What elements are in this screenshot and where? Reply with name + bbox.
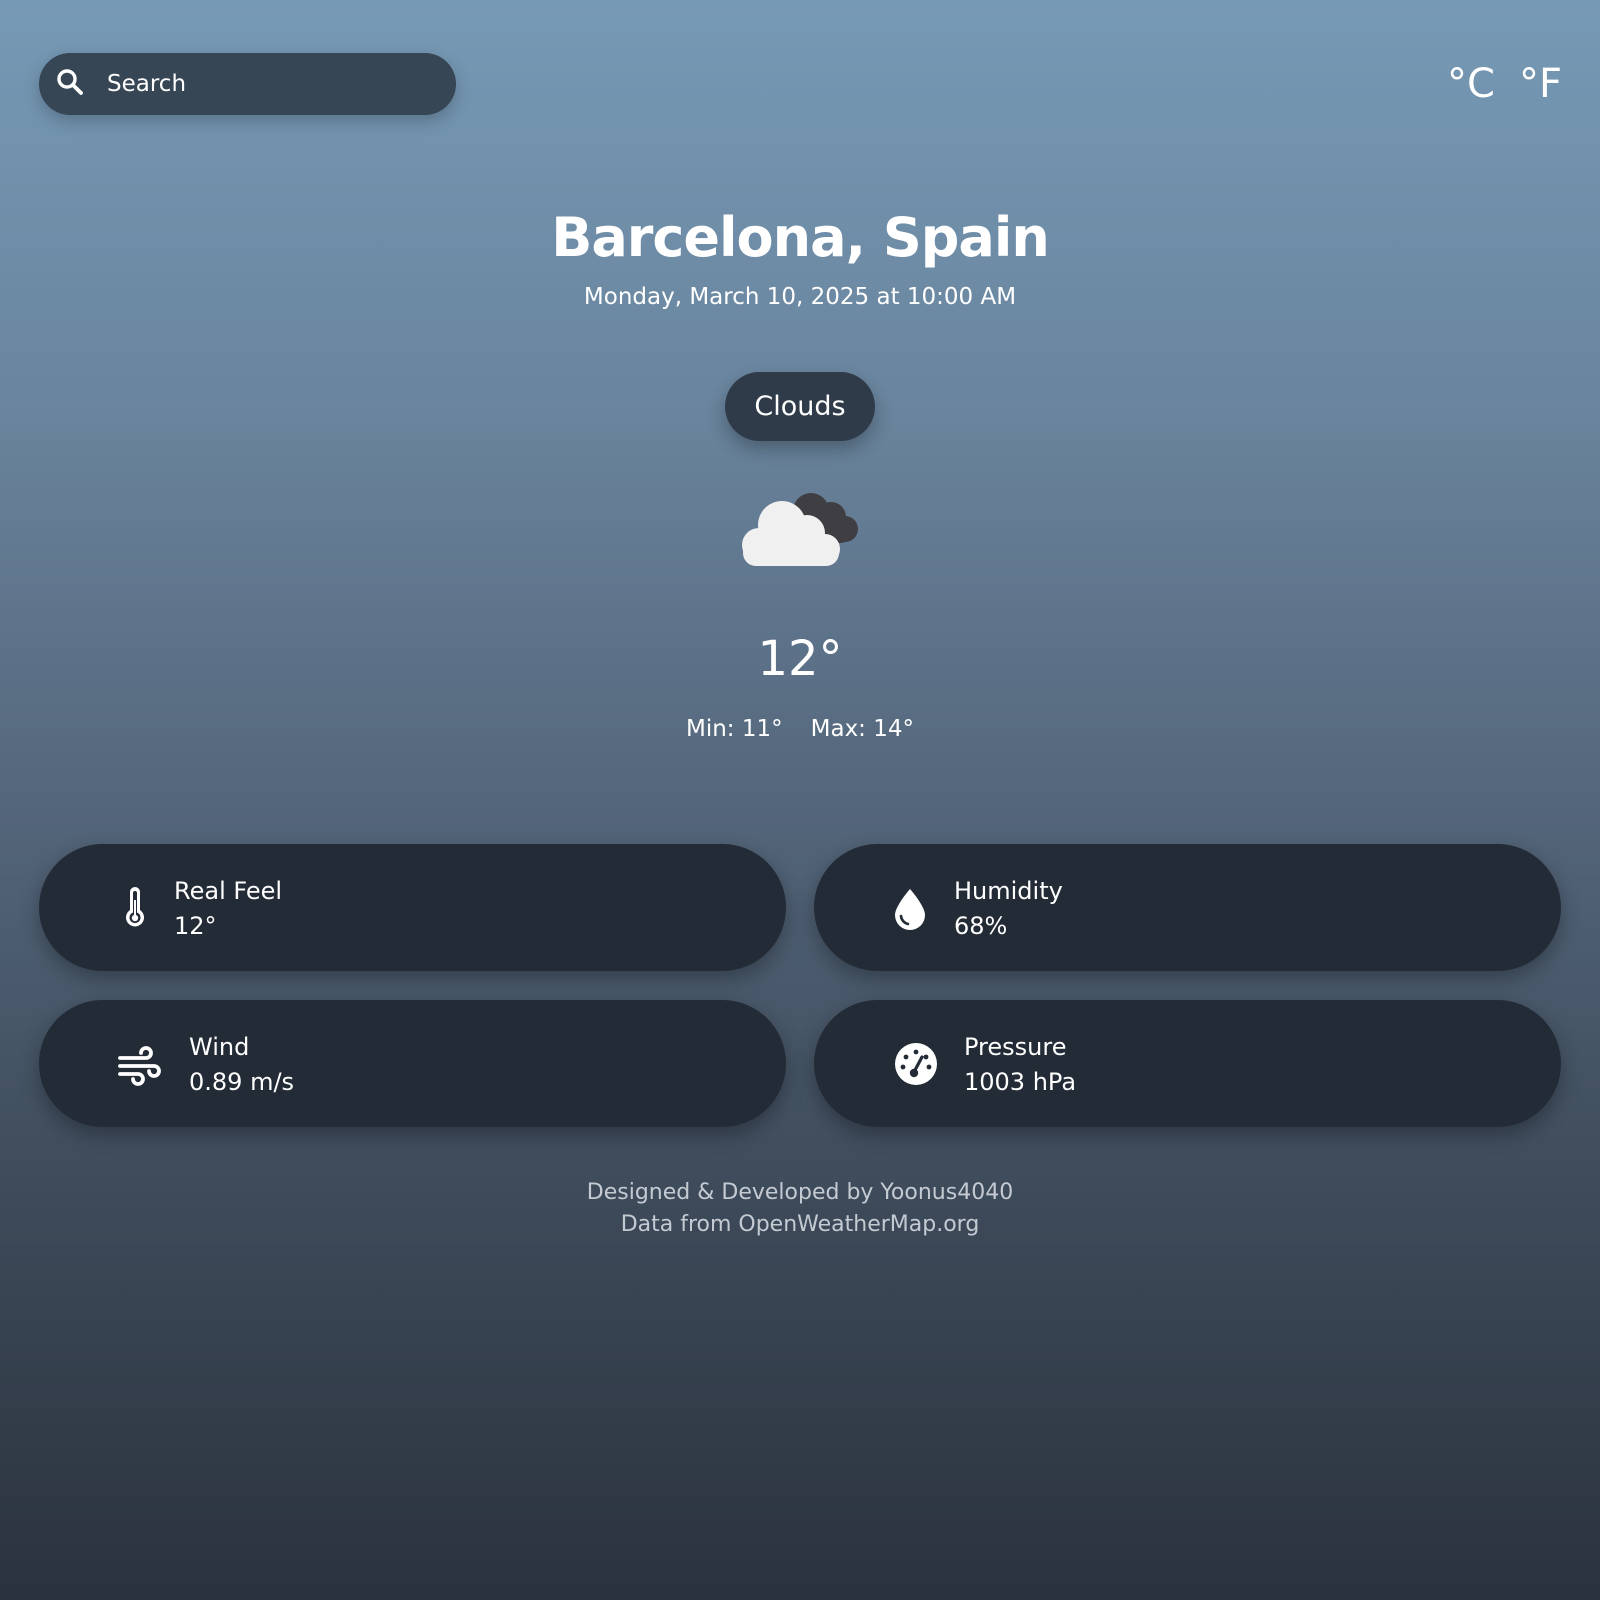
- footer-credit: Designed & Developed by Yoonus4040: [586, 1180, 1014, 1205]
- condition-label: Clouds: [754, 391, 846, 422]
- pressure-card: Pressure 1003 hPa: [814, 1000, 1561, 1127]
- search-input[interactable]: [107, 71, 432, 97]
- fahrenheit-button[interactable]: °F: [1519, 60, 1562, 108]
- humidity-value: 68%: [954, 912, 1008, 940]
- search-bar[interactable]: [39, 53, 456, 115]
- humidity-label: Humidity: [954, 877, 1063, 905]
- min-max-temperature: Min: 11° Max: 14°: [0, 712, 1600, 746]
- pressure-value: 1003 hPa: [964, 1068, 1077, 1096]
- wind-card: Wind 0.89 m/s: [39, 1000, 786, 1127]
- real-feel-value: 12°: [174, 912, 217, 940]
- water-drop-icon: [886, 884, 934, 932]
- gauge-icon: [892, 1040, 940, 1088]
- celsius-button[interactable]: °C: [1447, 60, 1495, 108]
- footer: Designed & Developed by Yoonus4040 Data …: [0, 1177, 1600, 1241]
- humidity-card: Humidity 68%: [814, 844, 1561, 971]
- max-temperature: Max: 14°: [810, 716, 915, 742]
- unit-toggle: °C °F: [1447, 60, 1562, 108]
- search-icon[interactable]: [55, 67, 85, 101]
- real-feel-label: Real Feel: [174, 877, 283, 905]
- thermometer-icon: [111, 884, 159, 932]
- wind-label: Wind: [189, 1033, 250, 1061]
- city-name: Barcelona, Spain: [551, 206, 1050, 269]
- real-feel-card: Real Feel 12°: [39, 844, 786, 971]
- current-temperature: 12°: [757, 631, 843, 687]
- condition-badge: Clouds: [725, 372, 875, 441]
- min-temperature: Min: 11°: [685, 716, 783, 742]
- wind-icon: [116, 1040, 164, 1088]
- footer-data-source: Data from OpenWeatherMap.org: [620, 1212, 980, 1237]
- pressure-label: Pressure: [964, 1033, 1067, 1061]
- wind-value: 0.89 m/s: [189, 1068, 295, 1096]
- date-time: Monday, March 10, 2025 at 10:00 AM: [583, 284, 1017, 310]
- clouds-icon: [737, 487, 863, 569]
